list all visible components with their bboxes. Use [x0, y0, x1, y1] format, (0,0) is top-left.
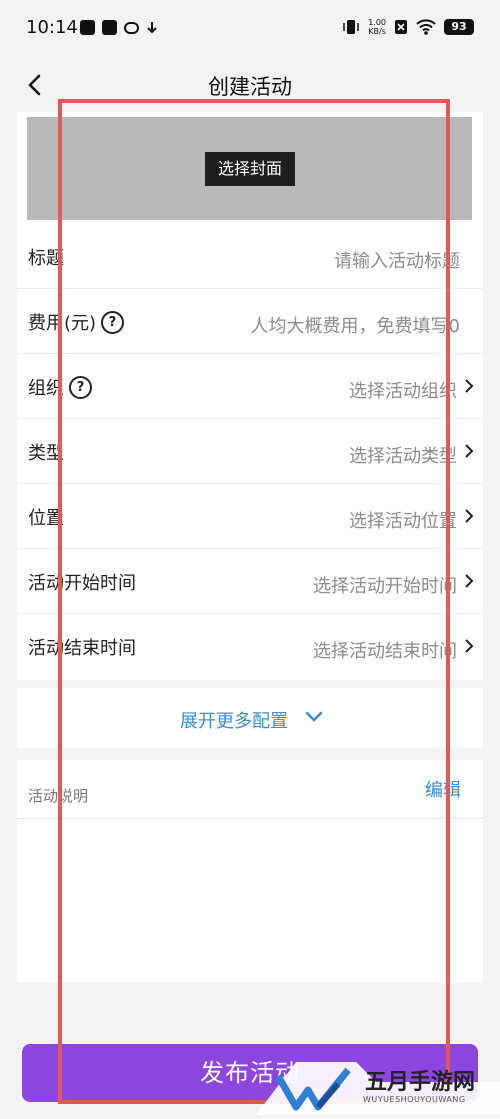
chevron-right-icon: [465, 444, 474, 458]
form-row-organization[interactable]: 组织 ? 选择活动组织: [17, 354, 483, 419]
description-card: 活动说明 编辑: [17, 760, 483, 982]
row-label: 活动结束时间: [28, 638, 136, 659]
organization-select[interactable]: 选择活动组织: [349, 377, 457, 403]
watermark-subtext: WUYUESHOUYOUWANG: [363, 1095, 466, 1104]
chevron-right-icon: [465, 509, 474, 523]
row-label: 类型: [28, 443, 64, 464]
start-time-select[interactable]: 选择活动开始时间: [313, 572, 457, 598]
form-row-start-time[interactable]: 活动开始时间 选择活动开始时间: [17, 549, 483, 614]
row-label: 位置: [28, 508, 64, 529]
fee-input[interactable]: 人均大概费用，免费填写0: [251, 312, 460, 338]
row-label: 费用(元) ?: [28, 309, 125, 335]
status-indicators: 1.00 KB/s 93: [342, 18, 474, 36]
row-label: 活动开始时间: [28, 573, 136, 594]
help-icon[interactable]: ?: [69, 375, 92, 399]
help-icon[interactable]: ?: [101, 310, 125, 334]
expand-more-button[interactable]: 展开更多配置: [17, 688, 483, 748]
description-label: 活动说明: [28, 787, 89, 805]
form-row-fee[interactable]: 费用(元) ? 人均大概费用，免费填写0: [17, 289, 483, 354]
location-select[interactable]: 选择活动位置: [349, 507, 457, 533]
download-icon: [147, 21, 157, 33]
tiktok-icon: [102, 20, 117, 35]
form-row-type[interactable]: 类型 选择活动类型: [17, 419, 483, 484]
end-time-select[interactable]: 选择活动结束时间: [313, 637, 457, 663]
nav-bar: 创建活动: [0, 58, 500, 112]
form-row-title[interactable]: 标题 请输入活动标题: [17, 224, 483, 289]
watermark-text: 五月手游网: [365, 1069, 476, 1095]
vibrate-icon: [343, 20, 359, 34]
page-title: 创建活动: [208, 75, 292, 99]
type-select[interactable]: 选择活动类型: [349, 442, 457, 468]
chevron-right-icon: [465, 639, 474, 653]
app-face-icon: [124, 21, 139, 34]
notification-icons: [80, 20, 158, 35]
row-label: 标题: [28, 248, 64, 269]
app-notification-icon: [80, 20, 95, 35]
battery-indicator: 93: [444, 19, 474, 35]
expand-more-label: 展开更多配置: [180, 711, 288, 732]
status-time: 10:14: [26, 17, 78, 38]
title-input[interactable]: 请输入活动标题: [334, 247, 460, 273]
watermark: 五月手游网 WUYUESHOUYOUWANG: [256, 1062, 500, 1115]
status-bar: 10:14 1.00 KB/s 93: [0, 0, 500, 58]
cover-image-area[interactable]: 选择封面: [27, 117, 472, 220]
chevron-right-icon: [465, 574, 474, 588]
chevron-right-icon: [465, 379, 474, 393]
wifi-icon: [416, 19, 436, 35]
form-row-end-time[interactable]: 活动结束时间 选择活动结束时间: [17, 614, 483, 679]
sim-icon: [395, 20, 407, 34]
chevron-down-icon: [305, 711, 323, 722]
form-row-location[interactable]: 位置 选择活动位置: [17, 484, 483, 549]
row-label: 组织 ?: [28, 374, 92, 400]
edit-description-button[interactable]: 编辑: [425, 776, 461, 802]
network-speed: 1.00 KB/s: [368, 18, 386, 36]
description-content-area[interactable]: [17, 819, 483, 982]
select-cover-button[interactable]: 选择封面: [205, 152, 295, 186]
